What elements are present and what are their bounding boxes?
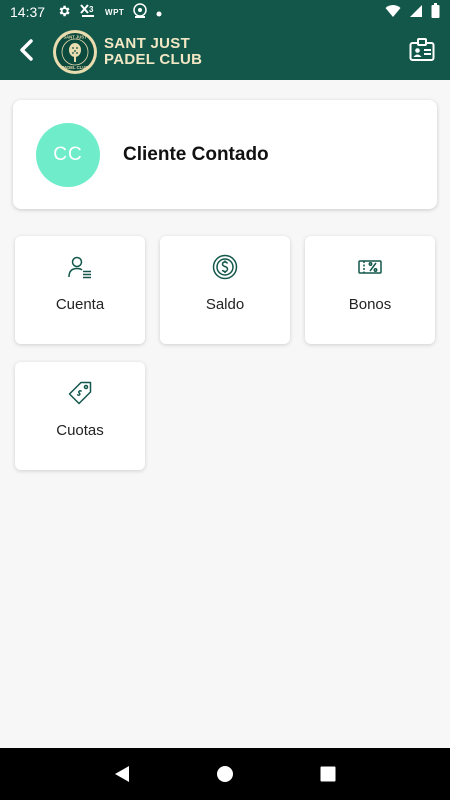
status-bar: 14:37 3 WPT bbox=[0, 0, 450, 24]
signal-icon bbox=[409, 4, 423, 21]
bonos-button[interactable]: Bonos bbox=[305, 236, 435, 344]
avatar: CC bbox=[36, 122, 100, 187]
saldo-label: Saldo bbox=[205, 296, 245, 313]
club-mini-icon bbox=[132, 2, 148, 22]
wifi-icon bbox=[385, 4, 401, 21]
nav-recents-icon bbox=[320, 766, 336, 782]
brand-line-2: PADEL CLUB bbox=[104, 51, 203, 68]
brand-line-1: SANT JUST bbox=[104, 35, 191, 52]
back-arrow-icon bbox=[18, 38, 34, 66]
nav-recents-button[interactable] bbox=[308, 754, 348, 794]
club-brand: SANT JUST PADEL CLUB SANT JUST PADEL CLU… bbox=[52, 29, 202, 75]
svg-text:3: 3 bbox=[89, 5, 94, 14]
back-button[interactable] bbox=[0, 24, 52, 80]
profile-card: CC Cliente Contado bbox=[13, 100, 437, 209]
user-account-icon bbox=[67, 254, 93, 280]
status-time: 14:37 bbox=[10, 4, 46, 20]
voucher-percent-icon bbox=[357, 254, 383, 280]
dot-icon bbox=[156, 4, 162, 20]
member-card-button[interactable] bbox=[394, 24, 450, 80]
profile-name: Cliente Contado bbox=[123, 143, 269, 165]
id-card-icon bbox=[409, 37, 435, 67]
logo-text-top: SANT JUST bbox=[63, 35, 87, 40]
club-logo-icon: SANT JUST PADEL CLUB bbox=[53, 30, 97, 74]
nav-back-icon bbox=[114, 766, 129, 782]
price-tag-icon bbox=[67, 380, 93, 406]
brand-text: SANT JUST PADEL CLUB bbox=[104, 36, 202, 68]
system-nav-bar bbox=[0, 748, 450, 800]
battery-icon bbox=[431, 3, 440, 21]
nav-home-button[interactable] bbox=[205, 754, 245, 794]
gear-icon bbox=[57, 4, 71, 21]
bonos-label: Bonos bbox=[348, 296, 392, 313]
cuenta-button[interactable]: Cuenta bbox=[15, 236, 145, 344]
wpt-icon: WPT bbox=[105, 7, 125, 17]
app-bar: SANT JUST PADEL CLUB SANT JUST PADEL CLU… bbox=[0, 24, 450, 80]
x3-padel-icon: 3 bbox=[79, 2, 97, 23]
nav-home-icon bbox=[216, 766, 233, 782]
coin-dollar-icon bbox=[212, 254, 238, 280]
saldo-button[interactable]: Saldo bbox=[160, 236, 290, 344]
nav-back-button[interactable] bbox=[102, 754, 142, 794]
logo-text-bottom: PADEL CLUB bbox=[62, 65, 89, 70]
cuenta-label: Cuenta bbox=[55, 296, 105, 313]
cuotas-button[interactable]: Cuotas bbox=[15, 362, 145, 470]
cuotas-label: Cuotas bbox=[56, 422, 104, 439]
